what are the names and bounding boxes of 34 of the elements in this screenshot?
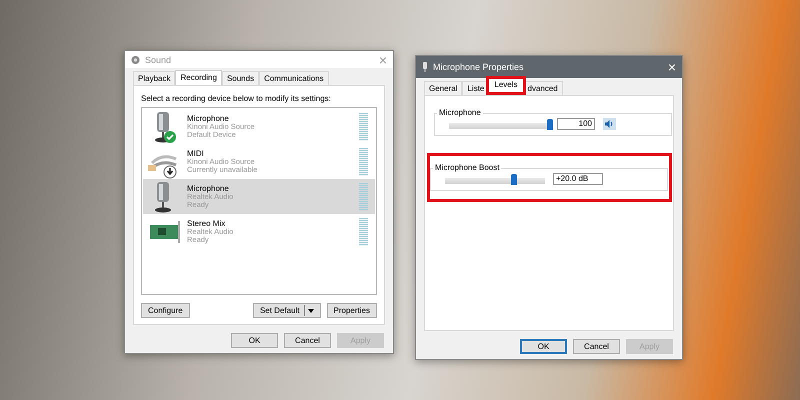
group-label: Microphone: [437, 108, 483, 117]
caret-icon: [308, 308, 314, 312]
window-title: Sound: [145, 54, 172, 64]
tab[interactable]: Recording: [175, 70, 222, 85]
dialog-button[interactable]: Properties: [326, 303, 377, 318]
close-button[interactable]: ×: [668, 60, 676, 74]
dialog-button[interactable]: OK: [520, 339, 567, 354]
device-name: MIDI: [187, 148, 205, 158]
device-name: Microphone: [187, 114, 230, 122]
dialog-button[interactable]: Cancel: [284, 333, 331, 348]
value-field[interactable]: +20.0 dB: [553, 173, 603, 185]
microphone-icon: [422, 62, 428, 72]
slider-thumb[interactable]: [547, 119, 553, 130]
window-title: Microphone Properties: [433, 62, 525, 72]
tab[interactable]: Sounds: [222, 71, 260, 85]
tab[interactable]: General: [424, 81, 462, 95]
tab[interactable]: Communications: [259, 71, 329, 85]
dialog-button[interactable]: OK: [231, 333, 278, 348]
value-field[interactable]: 100: [557, 118, 595, 130]
level-meter: [359, 218, 368, 246]
speaker-button[interactable]: [603, 118, 616, 130]
slider-thumb[interactable]: [510, 174, 517, 185]
tab[interactable]: Playback: [133, 71, 176, 85]
device-name: Microphone: [187, 184, 230, 192]
device-name: Stereo Mix: [187, 218, 226, 228]
level-meter: [359, 112, 368, 140]
instruction-text: Select a recording device below to modify its settings:: [141, 94, 332, 103]
dialog-button[interactable]: Cancel: [573, 339, 620, 354]
level-meter: [359, 182, 368, 210]
group-label: Microphone Boost: [433, 163, 502, 172]
dialog-button[interactable]: Configure: [141, 303, 190, 318]
set-default-button[interactable]: Set Default: [252, 303, 321, 318]
tab[interactable]: Levels: [486, 76, 526, 95]
level-meter: [359, 148, 368, 176]
